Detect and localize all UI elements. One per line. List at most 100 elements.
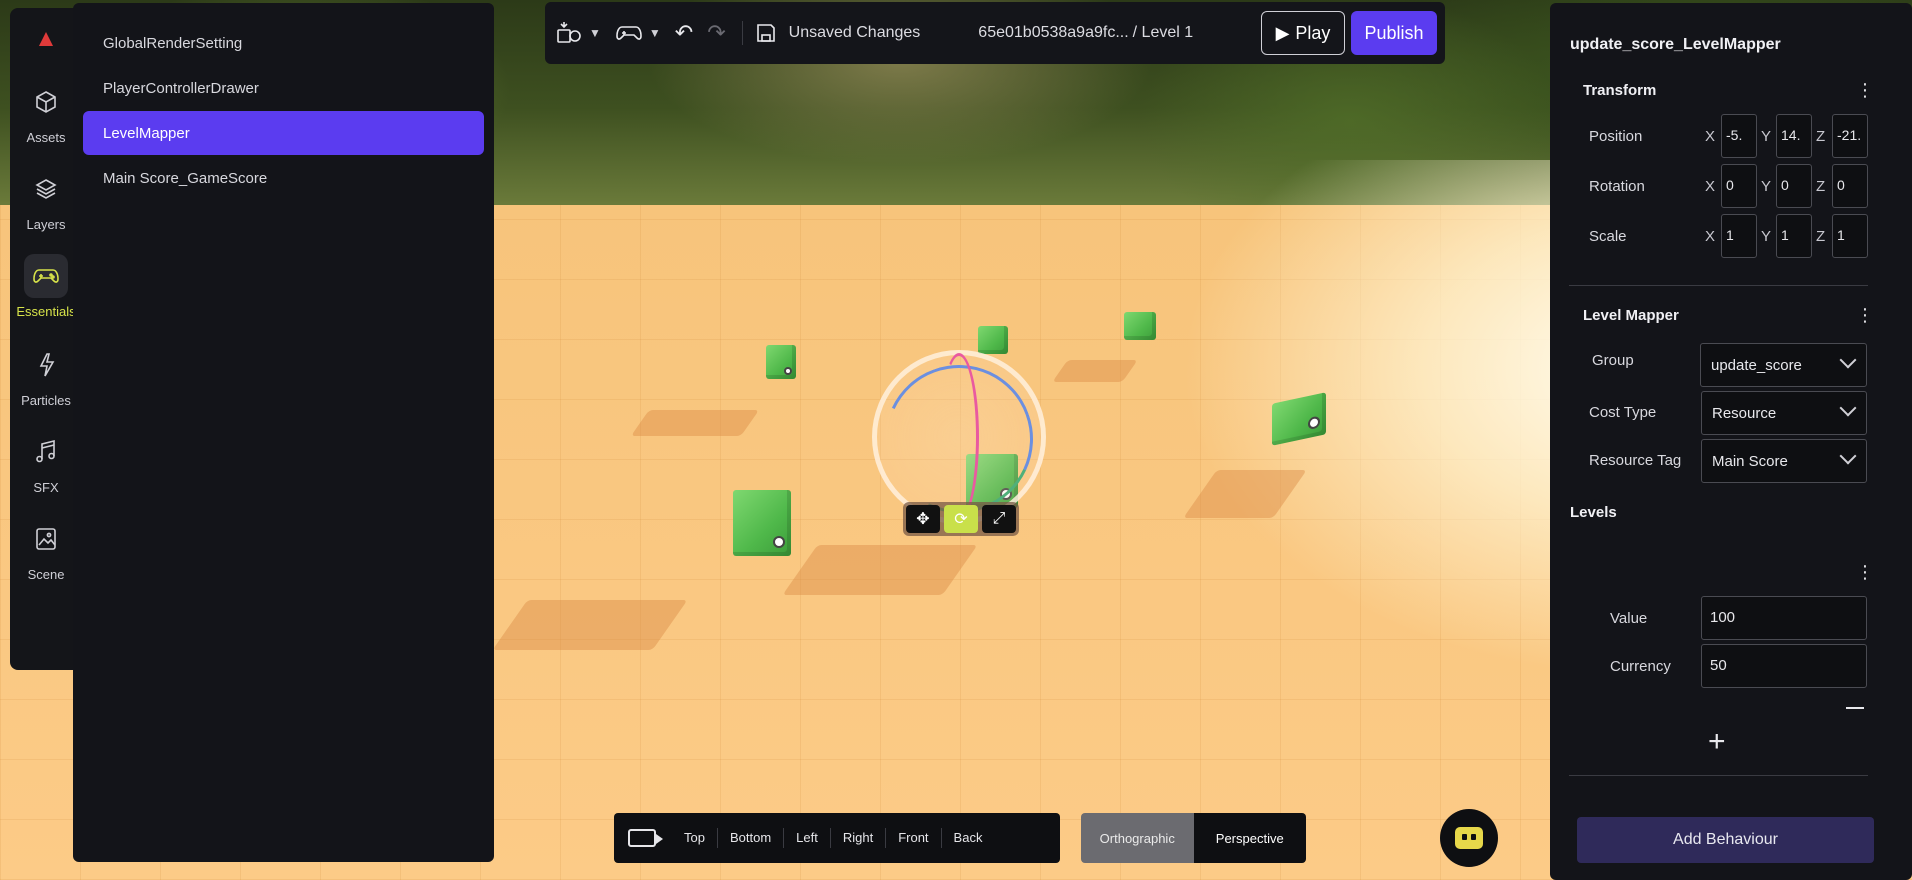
value-input[interactable]: 100 (1701, 596, 1867, 640)
section-divider (1569, 285, 1868, 286)
gizmo-ring[interactable] (939, 353, 979, 521)
gamepad-icon (616, 26, 642, 40)
currency-input[interactable]: 50 (1701, 644, 1867, 688)
layer-item[interactable]: PlayerControllerDrawer (83, 66, 484, 110)
rotation-z-input[interactable]: 0 (1832, 164, 1868, 208)
resource-tag-select[interactable]: Main Score (1701, 439, 1867, 483)
scene-cube[interactable] (1124, 312, 1156, 340)
more-options-icon[interactable]: ⋮ (1856, 80, 1874, 101)
chevron-down-icon: ▼ (589, 26, 601, 40)
group-select[interactable]: update_score (1700, 343, 1867, 387)
move-tool-icon[interactable]: ✥ (906, 505, 940, 533)
brand-logo-icon[interactable]: ▲ (33, 26, 59, 52)
publish-button[interactable]: Publish (1351, 11, 1437, 55)
scene-cube[interactable] (766, 345, 796, 379)
play-icon: ▶ (1275, 22, 1290, 43)
scale-y-input[interactable]: 1 (1776, 214, 1812, 258)
axis-x-label: X (1705, 228, 1716, 245)
levels-header: Levels (1570, 504, 1617, 521)
view-right-button[interactable]: Right (829, 828, 885, 848)
group-label: Group (1592, 352, 1634, 369)
currency-label: Currency (1610, 658, 1671, 675)
rail-item-particles[interactable]: Particles (10, 343, 82, 408)
perspective-button[interactable]: Perspective (1193, 813, 1306, 863)
more-options-icon[interactable]: ⋮ (1856, 305, 1874, 326)
layer-label: PlayerControllerDrawer (103, 79, 259, 97)
rail-item-assets[interactable]: Assets (10, 80, 82, 145)
layer-item-selected[interactable]: LevelMapper (83, 111, 484, 155)
chevron-down-icon (1839, 399, 1857, 417)
layer-label: Main Score_GameScore (103, 169, 268, 187)
layer-item[interactable]: Main Score_GameScore (83, 156, 484, 200)
rail-item-label: Essentials (16, 304, 76, 319)
view-back-button[interactable]: Back (940, 828, 995, 848)
axis-y-label: Y (1761, 228, 1772, 245)
rotate-tool-icon[interactable]: ⟳ (944, 505, 978, 533)
section-divider (1569, 775, 1868, 776)
play-label: Play (1295, 22, 1331, 43)
camera-view-bar: Top Bottom Left Right Front Back (614, 813, 1060, 863)
save-status: Unsaved Changes (788, 24, 921, 41)
axis-x-label: X (1705, 178, 1716, 195)
view-top-button[interactable]: Top (672, 828, 717, 848)
resource-tag-value: Main Score (1712, 452, 1788, 470)
controller-dropdown[interactable]: ▼ (615, 22, 661, 44)
position-y-input[interactable]: 14. (1776, 114, 1812, 158)
cost-type-value: Resource (1712, 404, 1777, 422)
position-z-input[interactable]: -21. (1832, 114, 1868, 158)
rail-item-label: Particles (21, 393, 71, 408)
play-button[interactable]: ▶ Play (1261, 11, 1345, 55)
rail-item-label: Scene (27, 567, 65, 582)
axis-z-label: Z (1816, 128, 1826, 145)
axis-x-label: X (1705, 128, 1716, 145)
save-icon[interactable] (755, 22, 777, 44)
axis-z-label: Z (1816, 178, 1826, 195)
view-bottom-button[interactable]: Bottom (716, 828, 783, 848)
projection-toggle: Orthographic Perspective (1081, 813, 1306, 863)
sparkle-icon (24, 343, 68, 387)
rotation-x-input[interactable]: 0 (1721, 164, 1757, 208)
rail-item-layers[interactable]: Layers (10, 167, 82, 232)
breadcrumb-project[interactable]: 65e01b0538a9a9fc... (978, 24, 1128, 42)
ai-assistant-button[interactable] (1440, 809, 1498, 867)
scale-tool-icon[interactable]: ⤢ (982, 505, 1016, 533)
chevron-down-icon (1839, 447, 1857, 465)
add-level-icon[interactable]: + (1708, 727, 1726, 757)
remove-level-icon[interactable] (1846, 707, 1864, 709)
left-rail: ▲ Assets Layers Essentials Particles SFX (10, 8, 82, 670)
add-object-dropdown[interactable]: ▼ (555, 20, 601, 46)
scale-x-input[interactable]: 1 (1721, 214, 1757, 258)
rail-item-essentials[interactable]: Essentials (10, 254, 82, 319)
scale-label: Scale (1589, 228, 1627, 245)
layer-label: LevelMapper (103, 124, 190, 142)
add-behaviour-button[interactable]: Add Behaviour (1577, 817, 1874, 863)
chevron-down-icon: ▼ (648, 26, 661, 40)
view-front-button[interactable]: Front (885, 828, 940, 848)
robot-icon (1455, 827, 1483, 849)
level-mapper-header: Level Mapper (1583, 307, 1679, 324)
rail-item-sfx[interactable]: SFX (10, 430, 82, 495)
axis-y-label: Y (1761, 178, 1772, 195)
breadcrumb-level[interactable]: / Level 1 (1133, 24, 1193, 42)
orthographic-button[interactable]: Orthographic (1081, 813, 1194, 863)
transform-tools: ✥ ⟳ ⤢ (903, 502, 1019, 536)
rotation-gizmo[interactable] (864, 344, 1054, 534)
transform-header: Transform (1583, 82, 1657, 99)
scene-cube[interactable] (733, 490, 791, 556)
camera-icon[interactable] (628, 829, 663, 847)
more-options-icon[interactable]: ⋮ (1856, 562, 1874, 583)
undo-icon[interactable]: ↶ (675, 20, 693, 46)
cost-type-select[interactable]: Resource (1701, 391, 1867, 435)
scale-z-input[interactable]: 1 (1832, 214, 1868, 258)
resource-tag-label: Resource Tag (1589, 452, 1682, 469)
position-x-input[interactable]: -5. (1721, 114, 1757, 158)
scene-cube[interactable] (978, 326, 1008, 354)
axis-y-label: Y (1761, 128, 1772, 145)
layers-icon (24, 167, 68, 211)
view-left-button[interactable]: Left (783, 828, 830, 848)
rotation-label: Rotation (1589, 178, 1645, 195)
redo-icon[interactable]: ↷ (707, 20, 725, 46)
layer-item[interactable]: GlobalRenderSetting (83, 21, 484, 65)
rail-item-scene[interactable]: Scene (10, 517, 82, 582)
rotation-y-input[interactable]: 0 (1776, 164, 1812, 208)
